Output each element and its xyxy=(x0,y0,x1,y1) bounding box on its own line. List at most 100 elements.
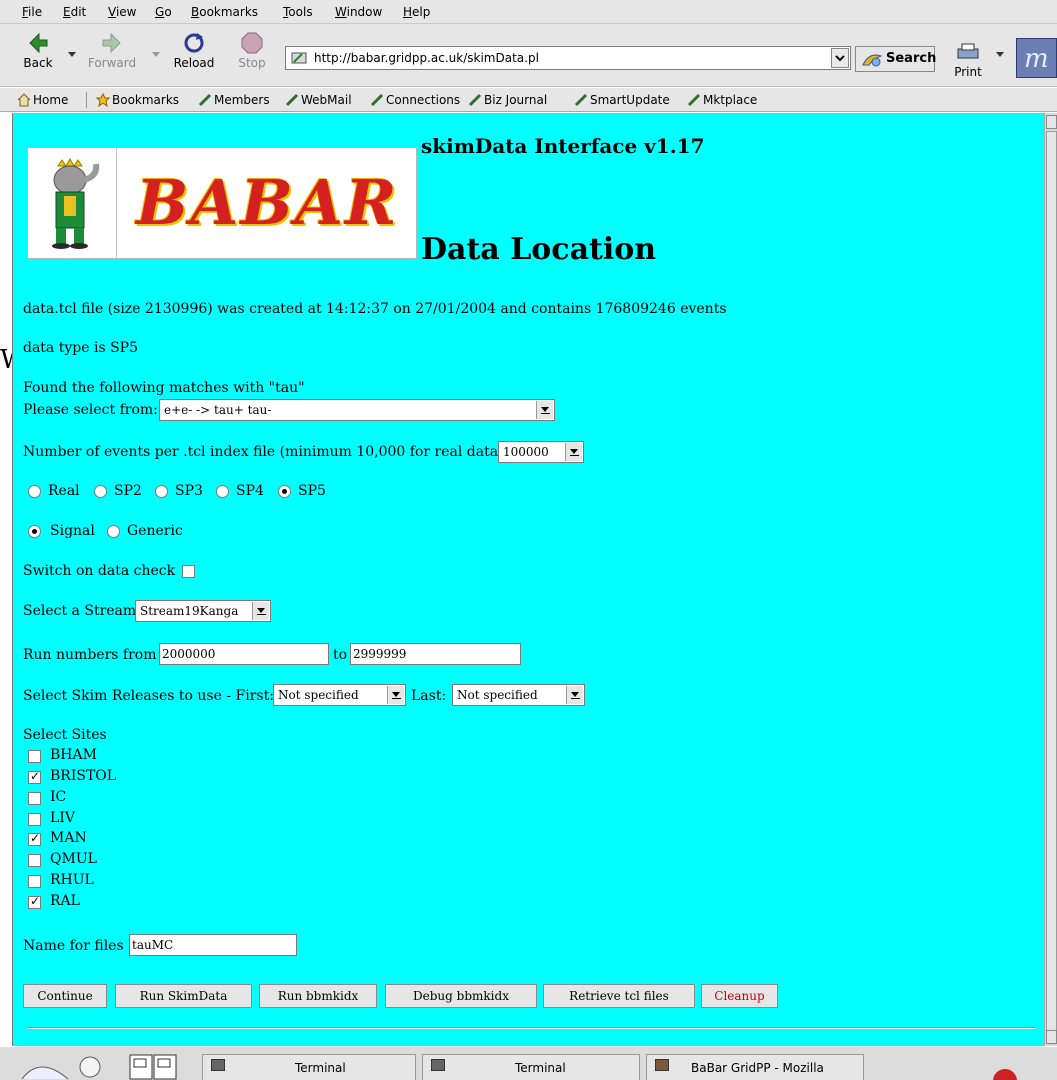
bookmark-link-icon xyxy=(198,93,212,107)
site-label-rhul: RHUL xyxy=(50,872,94,888)
select-from-label: Please select from: xyxy=(23,402,158,418)
mozilla-throbber-logo[interactable]: m xyxy=(1016,38,1057,78)
bookmark-connections[interactable]: Connections xyxy=(386,93,460,107)
logo-divider xyxy=(116,148,117,258)
menu-edit[interactable]: Edit xyxy=(63,5,86,19)
radio-real[interactable] xyxy=(28,485,41,498)
radio-signal[interactable] xyxy=(28,525,41,538)
horizontal-rule xyxy=(27,1027,1035,1029)
menu-go[interactable]: Go xyxy=(155,5,172,19)
site-checkbox-ic[interactable] xyxy=(28,792,41,805)
events-per-file-select[interactable]: 100000 xyxy=(498,441,584,463)
data-check-label: Switch on data check xyxy=(23,563,176,579)
url-bar[interactable]: http://babar.gridpp.ac.uk/skimData.pl xyxy=(285,46,851,70)
page-title: skimData Interface v1.17 xyxy=(421,134,705,158)
continue-button[interactable]: Continue xyxy=(23,984,107,1008)
cleanup-button[interactable]: Cleanup xyxy=(701,984,778,1008)
forward-arrow-icon xyxy=(102,32,121,54)
terminal-icon xyxy=(431,1059,445,1071)
tray-icon[interactable] xyxy=(990,1061,1020,1080)
menu-tools[interactable]: Tools xyxy=(283,5,313,19)
stop-label: Stop xyxy=(238,56,266,70)
mozilla-m-icon: m xyxy=(1024,44,1049,74)
back-button[interactable]: Back xyxy=(10,30,66,80)
radio-sp2[interactable] xyxy=(94,485,107,498)
stop-button[interactable]: Stop xyxy=(224,30,280,80)
site-checkbox-bham[interactable] xyxy=(28,750,41,763)
site-checkbox-liv[interactable] xyxy=(28,813,41,826)
vertical-scrollbar[interactable] xyxy=(1044,113,1057,1046)
retrieve-tcl-files-button[interactable]: Retrieve tcl files xyxy=(543,984,695,1008)
skim-first-label: Select Skim Releases to use - First: xyxy=(23,688,274,704)
decay-mode-select[interactable]: e+e- -> tau+ tau- xyxy=(159,399,555,421)
site-checkbox-man[interactable] xyxy=(28,831,41,846)
stream-label: Select a Stream xyxy=(23,603,137,619)
scroll-down-arrow-icon[interactable] xyxy=(1046,1030,1057,1044)
task-terminal-1[interactable]: Terminal xyxy=(202,1054,416,1080)
site-checkbox-rhul[interactable] xyxy=(28,875,41,888)
run-from-label: Run numbers from xyxy=(23,647,157,663)
radio-sp2-label: SP2 xyxy=(114,483,142,499)
launcher-icon[interactable] xyxy=(78,1053,102,1080)
bookmark-link-icon xyxy=(370,93,384,107)
radio-generic[interactable] xyxy=(107,525,120,538)
skim-last-label: Last: xyxy=(411,688,447,704)
stream-select[interactable]: Stream19Kanga xyxy=(135,600,271,622)
task-mozilla[interactable]: BaBar GridPP - Mozilla xyxy=(646,1054,864,1080)
scrollbar-thumb[interactable] xyxy=(1046,131,1057,1031)
site-checkbox-qmul[interactable] xyxy=(28,854,41,867)
bookmark-biz-journal[interactable]: Biz Journal xyxy=(484,93,547,107)
site-checkbox-ral[interactable] xyxy=(28,894,41,909)
bookmark-mktplace[interactable]: Mktplace xyxy=(703,93,757,107)
run-from-input[interactable]: 2000000 xyxy=(159,643,329,665)
run-to-input[interactable]: 2999999 xyxy=(350,643,521,665)
chevron-down-icon xyxy=(387,686,404,704)
run-to-label: to xyxy=(333,647,348,663)
page-proxy-icon xyxy=(291,52,307,64)
site-label-liv: LIV xyxy=(50,810,75,826)
print-dropdown-icon[interactable] xyxy=(996,52,1004,57)
forward-history-dropdown-icon[interactable] xyxy=(152,52,160,57)
stream-value: Stream19Kanga xyxy=(140,604,239,618)
run-skimdata-button[interactable]: Run SkimData xyxy=(115,984,252,1008)
menu-bookmarks[interactable]: Bookmarks xyxy=(191,5,258,19)
terminal-icon xyxy=(211,1059,225,1071)
bookmark-link-icon xyxy=(687,93,701,107)
bookmark-webmail[interactable]: WebMail xyxy=(301,93,352,107)
menu-window[interactable]: Window xyxy=(335,5,382,19)
site-label-man: MAN xyxy=(50,830,87,846)
start-menu-icon[interactable] xyxy=(20,1053,70,1080)
sites-label: Select Sites xyxy=(23,727,107,743)
workspace-switcher-icon[interactable] xyxy=(128,1053,180,1080)
debug-bbmkidx-button[interactable]: Debug bbmkidx xyxy=(385,984,537,1008)
radio-sp5[interactable] xyxy=(278,485,291,498)
home-icon xyxy=(17,93,31,107)
bookmark-home[interactable]: Home xyxy=(33,93,68,107)
run-bbmkidx-button[interactable]: Run bbmkidx xyxy=(259,984,377,1008)
chevron-down-icon xyxy=(835,55,845,62)
url-history-dropdown[interactable] xyxy=(831,48,849,68)
bookmark-smartupdate[interactable]: SmartUpdate xyxy=(590,93,670,107)
radio-sp3[interactable] xyxy=(155,485,168,498)
search-button[interactable]: Search xyxy=(855,46,936,72)
radio-sp4[interactable] xyxy=(216,485,229,498)
bookmark-bookmarks[interactable]: Bookmarks xyxy=(112,93,179,107)
data-check-checkbox[interactable] xyxy=(182,565,195,578)
file-name-input[interactable]: tauMC xyxy=(129,934,297,956)
bookmark-members[interactable]: Members xyxy=(214,93,270,107)
back-history-dropdown-icon[interactable] xyxy=(68,52,76,57)
events-per-file-label: Number of events per .tcl index file (mi… xyxy=(23,444,504,460)
menu-view[interactable]: View xyxy=(108,5,136,19)
site-checkbox-bristol[interactable] xyxy=(28,769,41,784)
menu-file[interactable]: File xyxy=(22,5,42,19)
reload-button[interactable]: Reload xyxy=(166,30,222,80)
skim-last-select[interactable]: Not specified xyxy=(452,684,585,706)
bookmarks-star-icon xyxy=(96,93,110,107)
print-button[interactable]: Print xyxy=(944,42,992,86)
bookmark-link-icon xyxy=(574,93,588,107)
menu-help[interactable]: Help xyxy=(403,5,430,19)
task-terminal-2[interactable]: Terminal xyxy=(422,1054,640,1080)
scroll-up-arrow-icon[interactable] xyxy=(1046,115,1057,129)
forward-button[interactable]: Forward xyxy=(84,30,140,80)
skim-first-select[interactable]: Not specified xyxy=(273,684,406,706)
